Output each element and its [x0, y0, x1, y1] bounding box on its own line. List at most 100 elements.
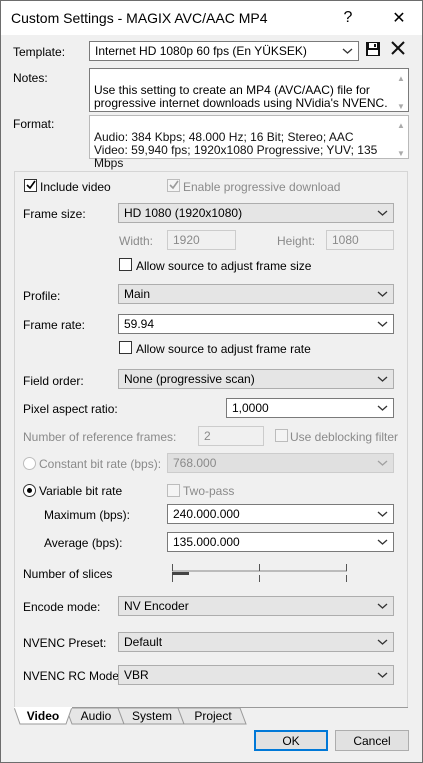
tab-system[interactable]: System — [124, 707, 180, 725]
radio-selected-dot — [27, 488, 32, 493]
progressive-download-checkbox[interactable] — [167, 179, 180, 192]
slider-tick — [346, 564, 347, 571]
slider-tick — [172, 575, 173, 582]
nvenc-preset-value: Default — [124, 635, 163, 649]
nvenc-preset-label: NVENC Preset: — [23, 636, 107, 650]
tab-project-label: Project — [194, 709, 232, 723]
title-bar: Custom Settings - MAGIX AVC/AAC MP4 ? ✕ — [1, 1, 422, 35]
profile-value: Main — [124, 287, 151, 301]
ref-frames-input[interactable]: 2 — [198, 426, 264, 446]
encode-mode-label: Encode mode: — [23, 600, 101, 614]
chevron-down-icon — [377, 403, 388, 413]
chevron-down-icon — [377, 637, 388, 647]
deblocking-checkbox[interactable] — [275, 429, 288, 442]
width-value: 1920 — [173, 233, 200, 247]
maximum-select[interactable]: 240.000.000 — [167, 504, 394, 524]
ok-label: OK — [282, 734, 300, 748]
slider-tick — [259, 575, 260, 582]
nvenc-preset-select[interactable]: Default — [118, 632, 394, 652]
maximum-label: Maximum (bps): — [44, 508, 131, 522]
cbr-select[interactable]: 768.000 — [167, 453, 394, 473]
window-title: Custom Settings - MAGIX AVC/AAC MP4 — [11, 10, 268, 26]
template-label: Template: — [13, 45, 66, 59]
slider-thumb[interactable] — [172, 572, 189, 575]
scroll-down-icon[interactable]: ▼ — [396, 100, 406, 111]
frame-size-select[interactable]: HD 1080 (1920x1080) — [118, 203, 394, 223]
tab-audio[interactable]: Audio — [72, 707, 120, 725]
maximum-value: 240.000.000 — [173, 507, 240, 521]
pixel-aspect-select[interactable]: 1,0000 — [226, 398, 394, 418]
chevron-down-icon — [377, 509, 388, 519]
delete-icon — [391, 41, 405, 55]
save-icon — [366, 42, 380, 56]
width-label: Width: — [119, 234, 154, 248]
include-video-label: Include video — [40, 180, 111, 194]
vbr-label: Variable bit rate — [39, 484, 123, 498]
notes-label: Notes: — [13, 71, 48, 85]
encode-mode-value: NV Encoder — [124, 599, 189, 613]
profile-select[interactable]: Main — [118, 284, 394, 304]
frame-rate-label: Frame rate: — [23, 318, 86, 332]
nvenc-rc-select[interactable]: VBR — [118, 665, 394, 685]
chevron-down-icon — [377, 670, 388, 680]
frame-rate-select[interactable]: 59.94 — [118, 314, 394, 334]
deblocking-label: Use deblocking filter — [290, 430, 399, 444]
allow-frame-size-checkbox[interactable] — [119, 258, 132, 271]
cbr-radio[interactable] — [23, 457, 36, 470]
nvenc-rc-value: VBR — [124, 668, 149, 682]
ok-button[interactable]: OK — [254, 730, 328, 751]
check-icon — [26, 180, 36, 190]
cancel-button[interactable]: Cancel — [335, 730, 409, 751]
cbr-value: 768.000 — [173, 456, 217, 470]
template-value: Internet HD 1080p 60 fps (En YÜKSEK) — [95, 44, 307, 58]
cbr-label: Constant bit rate (bps): — [39, 457, 162, 471]
scroll-up-icon[interactable]: ▲ — [396, 72, 406, 83]
height-value: 1080 — [332, 233, 359, 247]
tab-project[interactable]: Project — [184, 707, 242, 725]
close-button[interactable]: ✕ — [376, 1, 422, 35]
save-template-button[interactable] — [365, 41, 383, 59]
progressive-download-label: Enable progressive download — [183, 180, 341, 194]
allow-frame-rate-checkbox[interactable] — [119, 341, 132, 354]
height-input[interactable]: 1080 — [326, 230, 394, 250]
chevron-down-icon — [342, 46, 353, 56]
field-order-select[interactable]: None (progressive scan) — [118, 369, 394, 389]
chevron-down-icon — [377, 458, 388, 468]
field-order-label: Field order: — [23, 374, 84, 388]
two-pass-checkbox[interactable] — [167, 484, 180, 497]
tab-video[interactable]: Video — [20, 707, 66, 725]
scroll-down-icon[interactable]: ▼ — [396, 147, 406, 158]
frame-size-label: Frame size: — [23, 207, 86, 221]
ref-frames-value: 2 — [204, 429, 211, 443]
include-video-checkbox[interactable] — [24, 179, 37, 192]
pixel-aspect-label: Pixel aspect ratio: — [23, 402, 118, 416]
slider-tick — [346, 575, 347, 582]
slider-tick — [172, 564, 173, 571]
average-value: 135.000.000 — [173, 535, 240, 549]
vbr-radio[interactable] — [23, 484, 36, 497]
notes-field[interactable]: Use this setting to create an MP4 (AVC/A… — [89, 68, 409, 112]
allow-frame-size-label: Allow source to adjust frame size — [136, 259, 312, 273]
allow-frame-rate-label: Allow source to adjust frame rate — [136, 342, 311, 356]
format-label: Format: — [13, 117, 55, 131]
slider-tick — [259, 564, 260, 571]
chevron-down-icon — [377, 289, 388, 299]
tab-system-label: System — [131, 709, 172, 723]
tab-video-label: Video — [26, 709, 60, 723]
average-label: Average (bps): — [44, 536, 123, 550]
scroll-up-icon[interactable]: ▲ — [396, 119, 406, 130]
help-icon: ? — [343, 9, 353, 26]
check-icon — [169, 180, 179, 190]
template-select[interactable]: Internet HD 1080p 60 fps (En YÜKSEK) — [89, 41, 359, 61]
chevron-down-icon — [377, 208, 388, 218]
ref-frames-label: Number of reference frames: — [23, 430, 177, 444]
tab-strip: Video Audio System Project — [14, 707, 408, 725]
average-select[interactable]: 135.000.000 — [167, 532, 394, 552]
width-input[interactable]: 1920 — [167, 230, 236, 250]
format-field: Audio: 384 Kbps; 48.000 Hz; 16 Bit; Ster… — [89, 115, 409, 183]
encode-mode-select[interactable]: NV Encoder — [118, 596, 394, 616]
help-button[interactable]: ? — [325, 1, 371, 35]
profile-label: Profile: — [23, 289, 61, 303]
frame-rate-value: 59.94 — [124, 317, 155, 331]
delete-template-button[interactable] — [390, 40, 408, 58]
